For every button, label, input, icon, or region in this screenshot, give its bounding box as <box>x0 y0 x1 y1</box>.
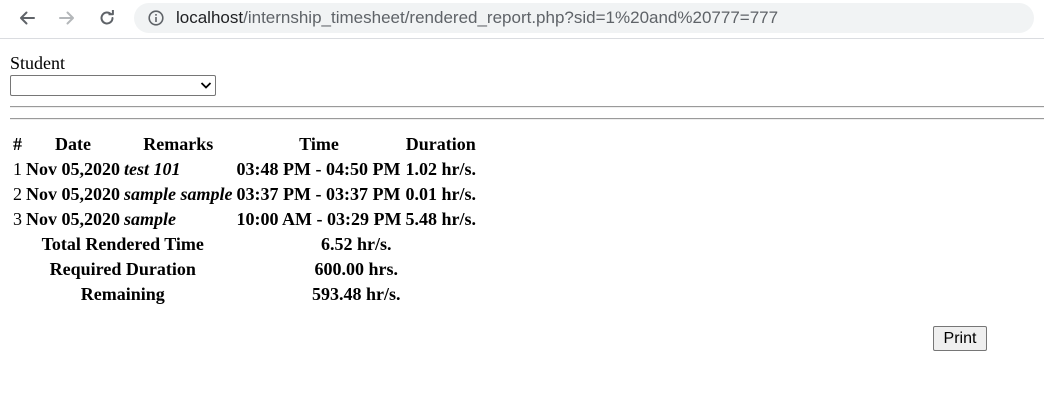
row-remarks: sample <box>124 209 176 229</box>
row-remarks: test 101 <box>124 159 181 179</box>
required-duration-label: Required Duration <box>49 259 196 279</box>
row-number: 3 <box>13 209 22 229</box>
row-date: Nov 05,2020 <box>26 209 120 229</box>
chevron-down-icon <box>200 82 212 89</box>
row-date: Nov 05,2020 <box>26 159 120 179</box>
student-select[interactable] <box>10 75 216 96</box>
divider-top <box>10 106 1044 108</box>
divider-bottom <box>10 118 1044 120</box>
row-remarks: sample sample <box>124 184 233 204</box>
total-rendered-time-label: Total Rendered Time <box>41 234 204 254</box>
back-button[interactable] <box>12 4 42 32</box>
header-duration: Duration <box>405 134 476 154</box>
forward-arrow-icon <box>59 11 74 25</box>
print-button[interactable]: Print <box>933 326 987 351</box>
forward-button[interactable] <box>52 4 82 32</box>
row-duration: 5.48 hr/s. <box>405 209 476 229</box>
reload-button[interactable] <box>92 4 122 32</box>
browser-toolbar: localhost/internship_timesheet/rendered_… <box>0 0 1044 39</box>
info-icon[interactable] <box>148 10 164 26</box>
url-text[interactable]: localhost/internship_timesheet/rendered_… <box>176 7 778 29</box>
back-arrow-icon <box>20 11 35 25</box>
table-row: 1 Nov 05,2020 test 101 03:48 PM - 04:50 … <box>12 158 477 181</box>
summary-row-remaining: Remaining 593.48 hr/s. <box>12 283 477 306</box>
required-duration-value: 600.00 hrs. <box>314 259 398 279</box>
remaining-label: Remaining <box>80 284 165 304</box>
summary-row-total: Total Rendered Time 6.52 hr/s. <box>12 233 477 256</box>
student-label: Student <box>10 53 66 73</box>
row-number: 2 <box>13 184 22 204</box>
remaining-value: 593.48 hr/s. <box>311 284 401 304</box>
table-row: 2 Nov 05,2020 sample sample 03:37 PM - 0… <box>12 183 477 206</box>
row-number: 1 <box>13 159 22 179</box>
table-header-row: # Date Remarks Time Duration <box>12 133 477 156</box>
header-time: Time <box>299 134 339 154</box>
url-path: /internship_timesheet/rendered_report.ph… <box>243 8 779 27</box>
row-duration: 0.01 hr/s. <box>405 184 476 204</box>
total-rendered-time-value: 6.52 hr/s. <box>320 234 392 254</box>
row-time: 03:48 PM - 04:50 PM <box>236 159 401 179</box>
row-time: 10:00 AM - 03:29 PM <box>236 209 402 229</box>
rendered-report-table: # Date Remarks Time Duration 1 Nov 05,20… <box>10 131 479 308</box>
summary-row-required: Required Duration 600.00 hrs. <box>12 258 477 281</box>
address-bar[interactable]: localhost/internship_timesheet/rendered_… <box>134 3 1034 33</box>
table-row: 3 Nov 05,2020 sample 10:00 AM - 03:29 PM… <box>12 208 477 231</box>
header-remarks: Remarks <box>143 134 214 154</box>
reload-icon <box>100 10 114 25</box>
row-time: 03:37 PM - 03:37 PM <box>236 184 401 204</box>
row-date: Nov 05,2020 <box>26 184 120 204</box>
header-date: Date <box>55 134 91 154</box>
url-host: localhost <box>176 8 244 27</box>
header-number: # <box>13 134 22 154</box>
row-duration: 1.02 hr/s. <box>405 159 476 179</box>
